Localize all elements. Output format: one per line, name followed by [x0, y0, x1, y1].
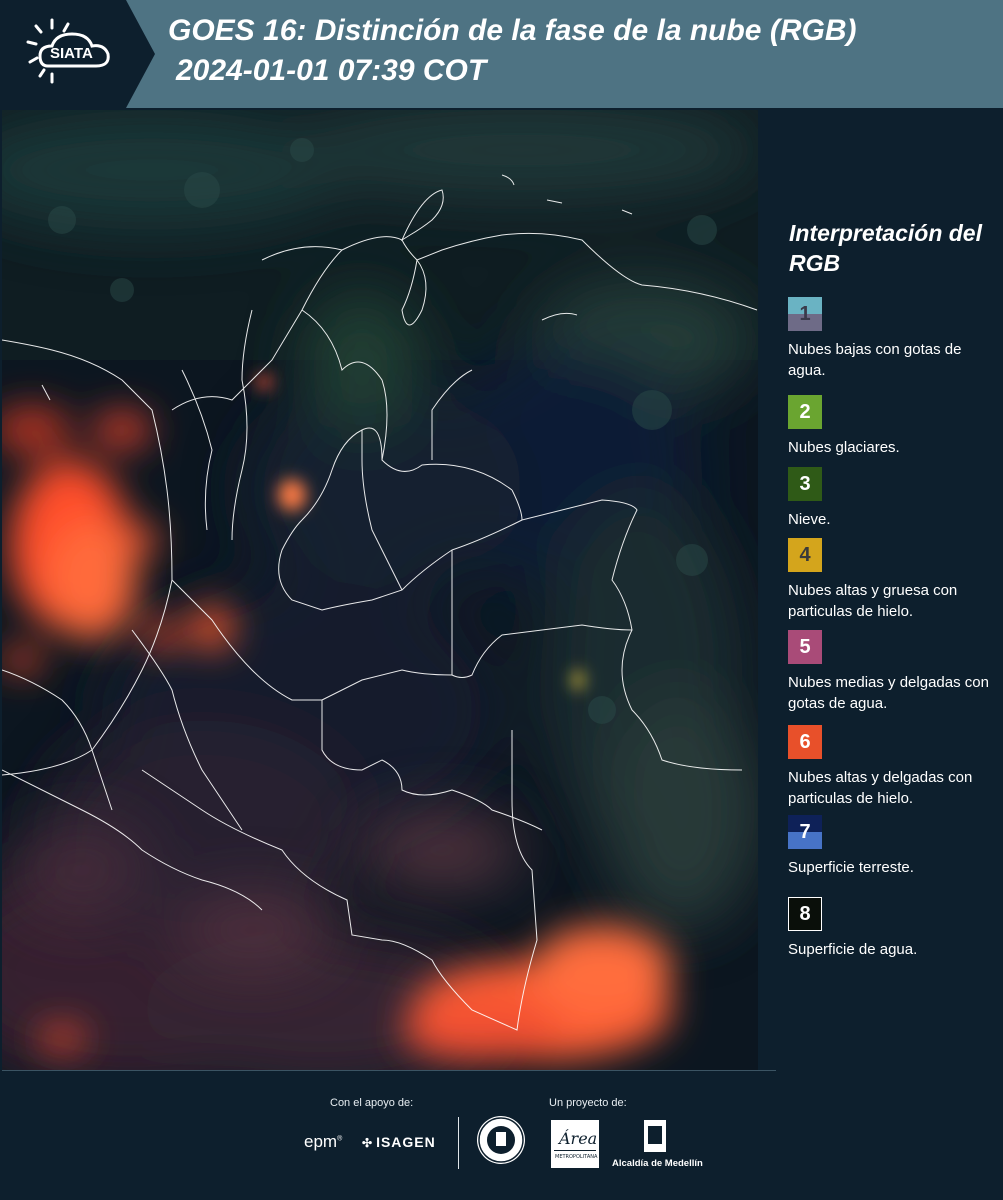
legend-item-2: 2 Nubes glaciares.: [788, 395, 993, 458]
legend-text: Nieve.: [788, 511, 831, 528]
legend-number: 5: [799, 635, 811, 658]
legend-text: Superficie terreste.: [788, 859, 914, 876]
legend-number: 8: [799, 902, 811, 925]
support-label: Con el apoyo de:: [330, 1097, 414, 1109]
epm-logo-text: epm: [304, 1132, 338, 1151]
legend-item-6: 6 Nubes altas y delgadas con particulas d…: [788, 725, 993, 809]
legend-swatch-3: 3: [788, 467, 822, 501]
isagen-logo-text: ISAGEN: [376, 1134, 436, 1150]
legend-item-8: 8 Superficie de agua.: [788, 897, 993, 960]
epm-logo: epm®: [304, 1132, 343, 1151]
legend-title: Interpretación del RGB: [789, 220, 982, 276]
legend-swatch-6: 6: [788, 725, 822, 759]
header-bar: SIATA GOES 16: Distinción de la fase de …: [0, 0, 1003, 108]
legend-number: 6: [799, 730, 811, 753]
svg-text:METROPOLITANA: METROPOLITANA: [555, 1154, 598, 1160]
legend-text: Nubes glaciares.: [788, 439, 900, 456]
alcaldia-text: Alcaldía de Medellín: [612, 1158, 703, 1169]
footer-divider: [2, 1070, 776, 1071]
legend-item-3: 3 Nieve.: [788, 467, 993, 530]
legend-swatch-7: 7: [788, 815, 822, 849]
legend-text: Nubes medias y delgadas con gotas de agu…: [788, 674, 989, 712]
legend-swatch-8: 8: [788, 897, 822, 931]
siata-logo-text: SIATA: [50, 45, 93, 62]
legend-text: Nubes altas y delgadas con particulas de…: [788, 769, 973, 807]
legend-swatch-5: 5: [788, 630, 822, 664]
footer: Con el apoyo de: Un proyecto de: epm® ✣ I…: [0, 1070, 1003, 1200]
legend-number: 1: [799, 302, 811, 325]
area-metropolitana-logo: Área METROPOLITANA: [551, 1120, 599, 1168]
footer-vertical-divider: [458, 1117, 459, 1169]
siata-logo: SIATA: [0, 0, 155, 108]
timestamp: 2024-01-01 07:39 COT: [176, 54, 487, 87]
legend-number: 3: [799, 472, 811, 495]
legend-item-7: 7 Superficie terreste.: [788, 815, 993, 878]
medellin-seal-logo: [477, 1116, 525, 1164]
legend-number: 2: [799, 400, 811, 423]
legend-swatch-2: 2: [788, 395, 822, 429]
legend-item-4: 4 Nubes altas y gruesa con particulas de …: [788, 538, 993, 622]
legend-swatch-1: 1: [788, 297, 822, 331]
legend-number: 4: [799, 543, 811, 566]
legend-text: Superficie de agua.: [788, 941, 918, 958]
svg-text:Área: Área: [557, 1128, 597, 1148]
isagen-logo: ✣ ISAGEN: [362, 1134, 436, 1150]
legend-swatch-4: 4: [788, 538, 822, 572]
legend-text: Nubes altas y gruesa con particulas de h…: [788, 582, 958, 620]
legend-item-1: 1 Nubes bajas con gotas de agua.: [788, 297, 993, 381]
satellite-map[interactable]: [2, 110, 758, 1070]
page-title: GOES 16: Distinción de la fase de la nub…: [168, 14, 857, 47]
legend-text: Nubes bajas con gotas de agua.: [788, 341, 962, 379]
project-label: Un proyecto de:: [549, 1097, 627, 1109]
legend-panel: Interpretación del RGB 1 Nubes bajas con …: [760, 110, 1003, 1070]
legend-item-5: 5 Nubes medias y delgadas con gotas de ag…: [788, 630, 993, 714]
legend-number: 7: [799, 820, 811, 843]
